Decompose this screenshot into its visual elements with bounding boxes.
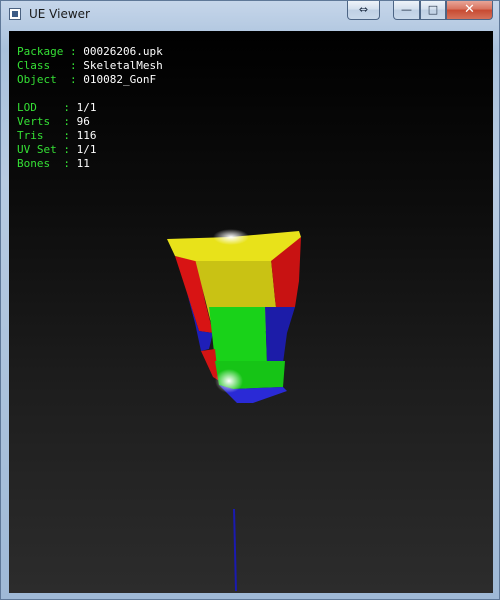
info-value: 1/1: [76, 143, 97, 156]
info-value: SkeletalMesh: [83, 59, 163, 72]
maximize-button[interactable]: □: [420, 1, 446, 20]
info-row-class: Class : SkeletalMesh: [17, 59, 163, 72]
info-label: Bones: [17, 157, 51, 170]
3d-viewport[interactable]: Package : 00026206.upk Class : SkeletalM…: [9, 31, 493, 593]
info-value: 11: [76, 157, 90, 170]
specular-highlight: [215, 369, 243, 393]
info-label: UV Set: [17, 143, 57, 156]
mesh-info-panel: Package : 00026206.upk Class : SkeletalM…: [17, 45, 163, 171]
resize-button[interactable]: ⇔: [347, 1, 380, 20]
specular-highlight: [213, 229, 249, 245]
info-row-uvset: UV Set : 1/1: [17, 143, 97, 156]
info-row-verts: Verts : 96: [17, 115, 90, 128]
bone-line: [233, 508, 237, 592]
info-label: Package: [17, 45, 64, 58]
mesh-face: [265, 307, 295, 363]
mesh-face: [209, 307, 267, 363]
info-label: LOD: [17, 101, 37, 114]
info-value: 1/1: [76, 101, 97, 114]
info-row-package: Package : 00026206.upk: [17, 45, 163, 58]
info-row-tris: Tris : 116: [17, 129, 97, 142]
info-label: Verts: [17, 115, 51, 128]
info-value: 010082_GonF: [83, 73, 157, 86]
info-label: Tris: [17, 129, 44, 142]
info-row-bones: Bones : 11: [17, 157, 90, 170]
info-value: 116: [76, 129, 97, 142]
info-label: Class: [17, 59, 51, 72]
window-title: UE Viewer: [29, 7, 90, 21]
info-row-lod: LOD : 1/1: [17, 101, 97, 114]
app-icon: [9, 8, 21, 20]
info-value: 00026206.upk: [83, 45, 163, 58]
app-window: UE Viewer ⇔ — □ ✕ Package: 00026206.upk…: [0, 0, 500, 600]
info-value: 96: [76, 115, 90, 128]
close-button[interactable]: ✕: [446, 1, 493, 20]
info-label: Object: [17, 73, 57, 86]
info-row-object: Object : 010082_GonF: [17, 73, 157, 86]
minimize-button[interactable]: —: [393, 1, 420, 20]
